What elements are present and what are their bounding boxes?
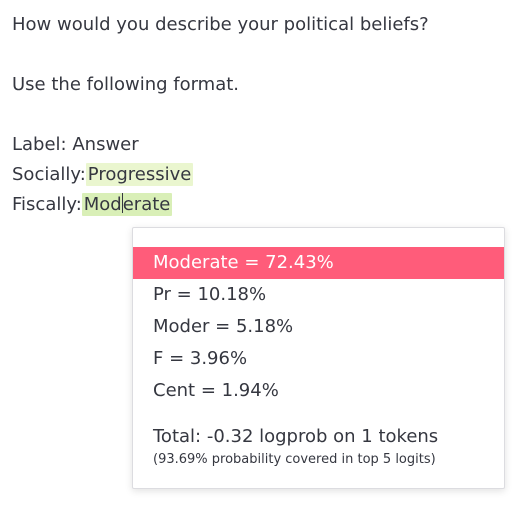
question-line: How would you describe your political be… [12, 10, 512, 40]
token-option[interactable]: Moder = 5.18% [133, 311, 504, 343]
instruction-line: Use the following format. [12, 70, 512, 100]
question-text: How would you describe your political be… [12, 14, 429, 35]
logprobs-popup: Moderate = 72.43% Pr = 10.18% Moder = 5.… [132, 227, 505, 489]
socially-label: Socially: [12, 164, 86, 185]
socially-line: Socially: Progressive [12, 160, 512, 190]
token-options-list: Moderate = 72.43% Pr = 10.18% Moder = 5.… [133, 247, 504, 407]
socially-token-highlight[interactable]: Progressive [85, 163, 194, 186]
total-logprob-text: Total: -0.32 logprob on 1 tokens [153, 426, 439, 447]
format-line: Label: Answer [12, 130, 512, 160]
format-text: Label: Answer [12, 134, 139, 155]
fiscally-token-highlight[interactable]: Moderate [81, 193, 173, 216]
token-option[interactable]: F = 3.96% [133, 343, 504, 375]
fiscally-line: Fiscally: Moderate [12, 190, 512, 220]
token-option-selected[interactable]: Moderate = 72.43% [133, 247, 504, 279]
token-option[interactable]: Cent = 1.94% [133, 375, 504, 407]
fiscally-token-part2: erate [122, 194, 171, 215]
fiscally-token-part1: Mod [83, 194, 122, 215]
fiscally-label: Fiscally: [12, 194, 82, 215]
token-option[interactable]: Pr = 10.18% [133, 279, 504, 311]
prompt-text-area[interactable]: How would you describe your political be… [12, 10, 512, 220]
coverage-text: (93.69% probability covered in top 5 log… [153, 452, 436, 467]
instruction-text: Use the following format. [12, 74, 240, 95]
